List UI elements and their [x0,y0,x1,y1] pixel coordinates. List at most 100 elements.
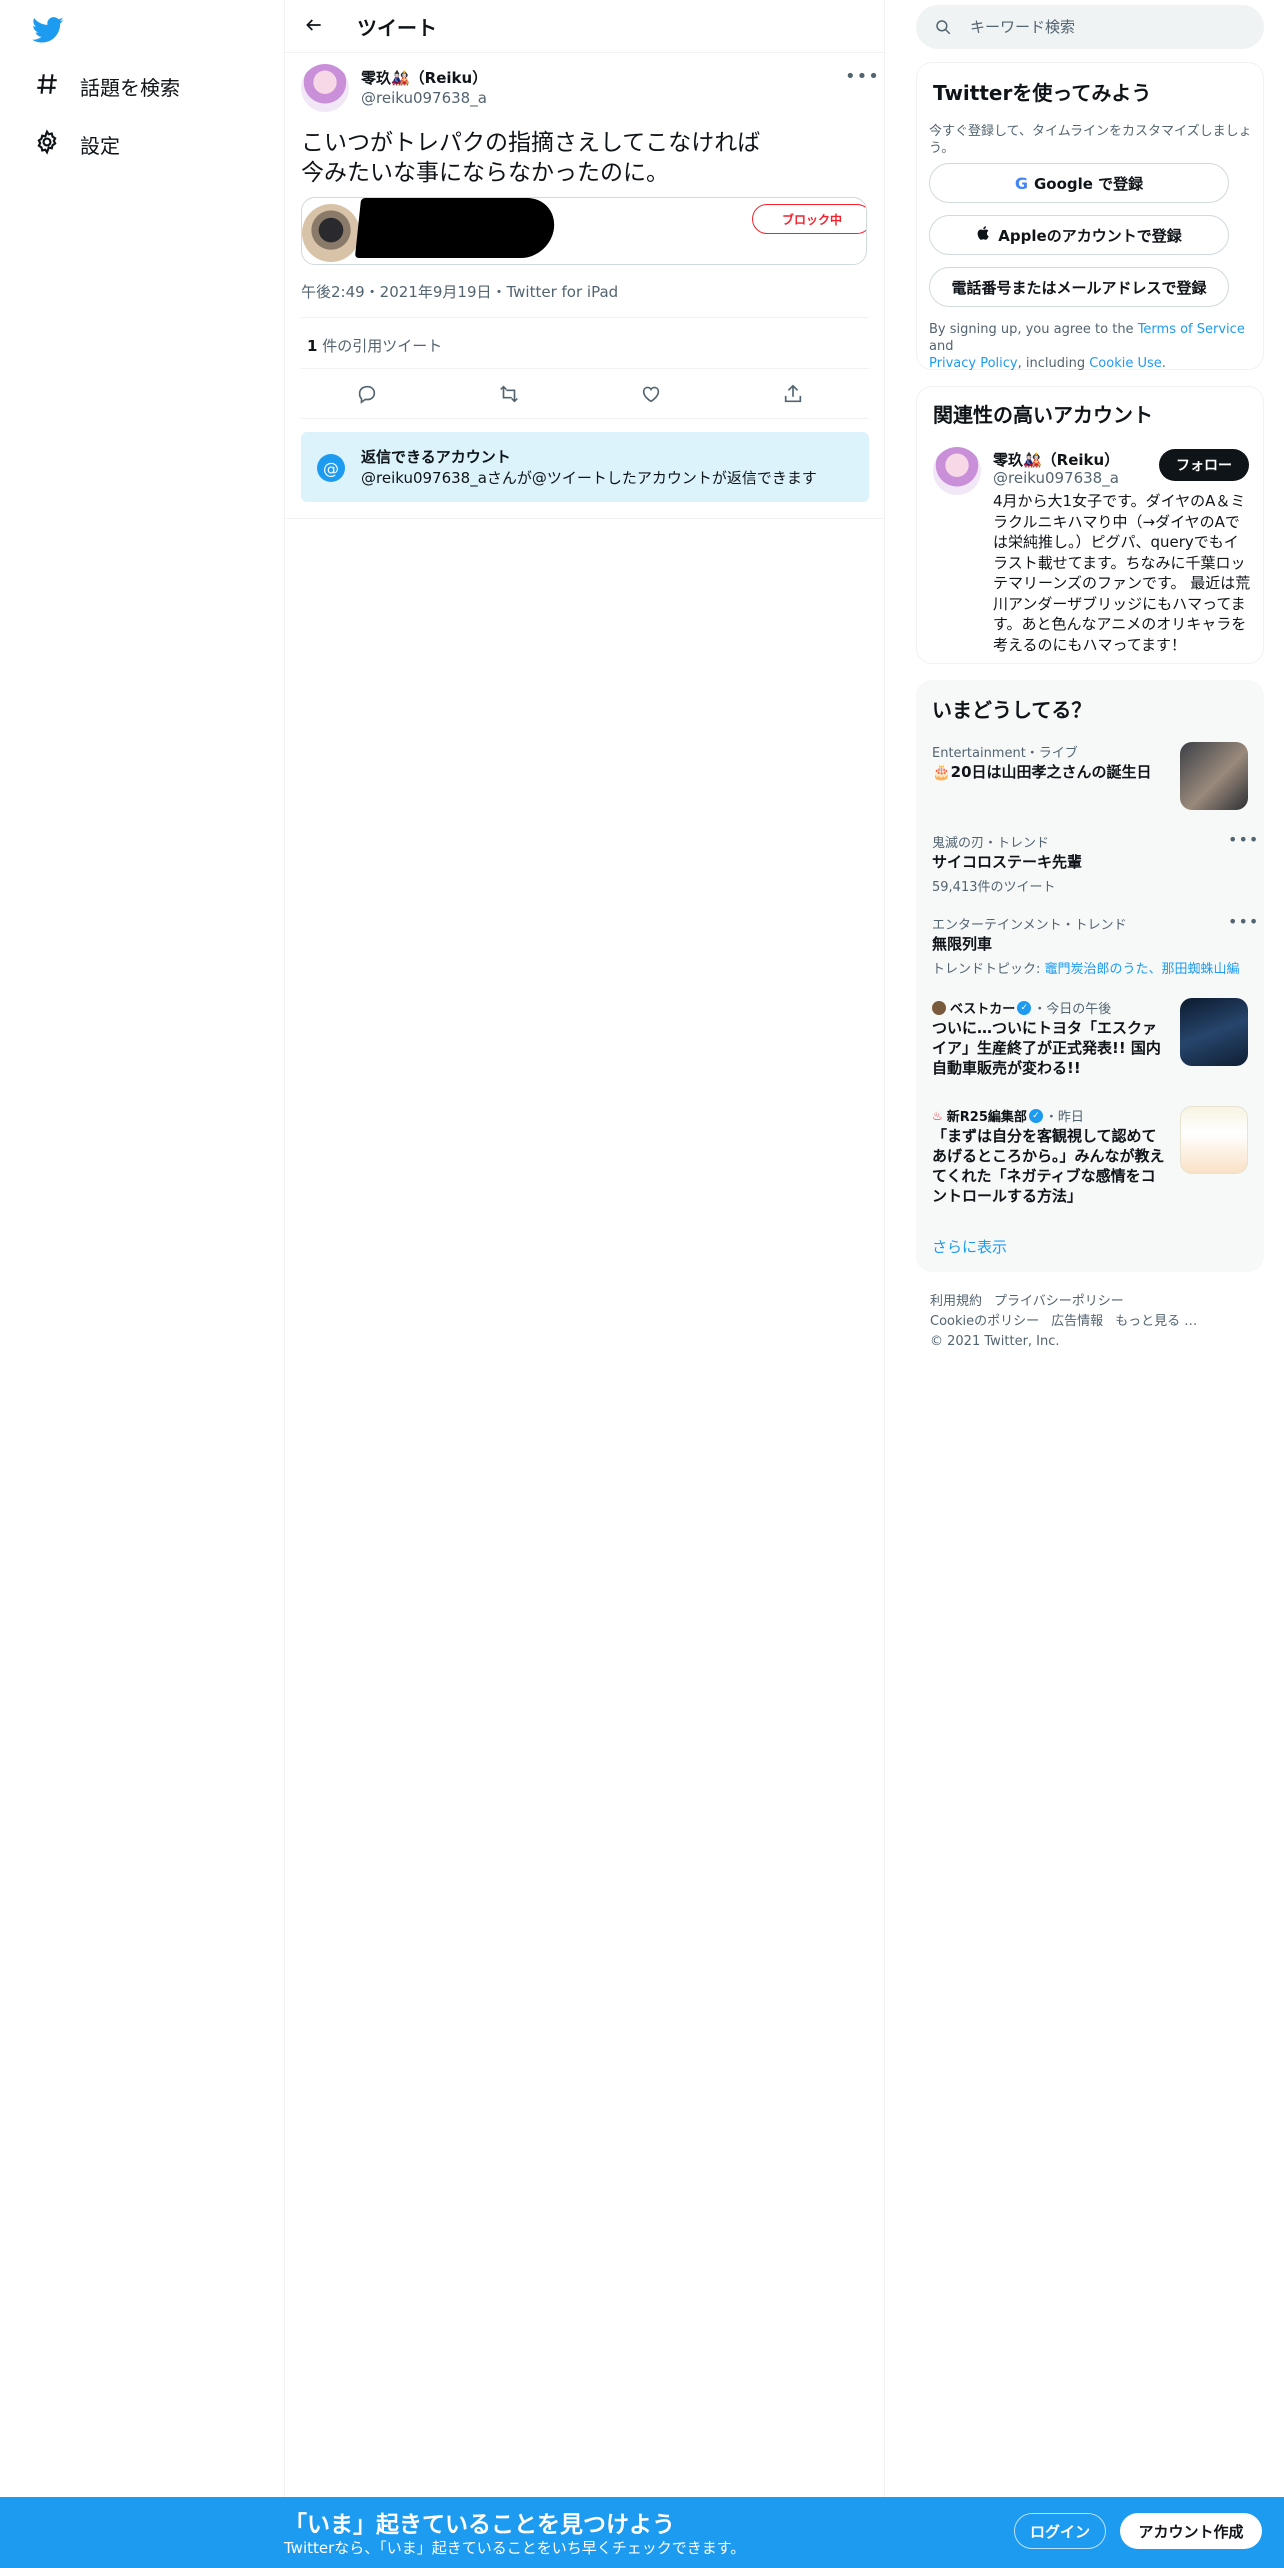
retweet-icon[interactable] [497,382,521,406]
tweet-actions [301,382,869,406]
trend-meta: エンターテインメント・トレンド [932,918,1127,933]
redaction-mark [354,198,558,258]
main-column: ツイート 零玖🎎（Reiku） @reiku097638_a ••• こいつがト… [285,0,885,2568]
tweet-timestamp[interactable]: 午後2:49・2021年9月19日・Twitter for iPad [301,281,618,302]
footer-links: 利用規約 プライバシーポリシー Cookieのポリシー 広告情報 もっと見る … © … [930,1292,1260,1352]
quoted-user-avatar[interactable] [302,204,360,262]
trend-title: サイコロステーキ先輩 [932,853,1083,871]
tweet-text: こいつがトレパクの指摘さえしてこなければ 今みたいな事にならなかったのに。 [301,130,761,186]
signup-card-title: Twitterを使ってみよう [933,81,1152,105]
show-more-link[interactable]: さらに表示 [932,1236,1007,1257]
terms-text: . [1161,356,1166,371]
apple-signup-button[interactable]: Appleのアカウントで登録 [929,215,1229,255]
trends-title: いまどうしてる？ [932,698,1092,722]
quote-count-number: 1 [307,337,318,355]
related-accounts-title: 関連性の高いアカウント [933,403,1153,427]
news-thumbnail [1180,1106,1248,1174]
divider [285,518,885,519]
trend-meta: Entertainment・ライブ [932,746,1078,761]
apple-icon [976,225,992,245]
prompt-title: 「いま」起きていることを見つけよう [284,2512,675,2538]
google-signup-button[interactable]: G Google で登録 [929,163,1229,203]
signup-button[interactable]: アカウント作成 [1120,2513,1262,2549]
share-icon[interactable] [781,382,805,406]
like-icon[interactable] [639,382,663,406]
cookie-use-link[interactable]: Cookie Use [1089,356,1162,371]
nav-explore[interactable]: 話題を検索 [34,66,180,106]
trend-more-icon[interactable]: ••• [1228,912,1259,931]
verified-badge-icon: ✓ [1028,1108,1043,1123]
nav-explore-label: 話題を検索 [80,75,180,100]
related-user-name[interactable]: 零玖🎎（Reiku） [993,449,1119,470]
footer-more-link[interactable]: もっと見る … [1115,1314,1197,1329]
twitter-logo-icon[interactable] [32,14,64,46]
trend-related-topics: トレンドトピック: 竈門炭治郎のうた、那田蜘蛛山編 [932,958,1240,977]
follow-button[interactable]: フォロー [1159,449,1249,481]
phone-email-signup-label: 電話番号またはメールアドレスで登録 [951,278,1207,297]
prompt-subtitle: Twitterなら、「いま」起きていることをいち早くチェックできます。 [284,2539,746,2557]
news-time: ・今日の午後 [1033,1002,1112,1017]
blocked-button[interactable]: ブロック中 [752,204,866,234]
divider [301,368,869,369]
trend-meta: 鬼滅の刃・トレンド [932,836,1050,851]
trends-card: いまどうしてる？ Entertainment・ライブ 🎂20日は山田孝之さんの誕… [916,680,1264,1272]
related-user-avatar[interactable] [933,447,981,495]
trend-more-icon[interactable]: ••• [1228,830,1259,849]
hashtag-icon [34,71,60,101]
more-options-icon[interactable]: ••• [845,66,880,87]
trend-tweet-count: 59,413件のツイート [932,880,1056,895]
signup-description: 今すぐ登録して、タイムラインをカスタマイズしましょう。 [929,124,1252,156]
privacy-policy-link[interactable]: Privacy Policy [929,356,1018,371]
back-button[interactable] [299,12,329,42]
footer-cookie-link[interactable]: Cookieのポリシー [930,1314,1039,1329]
terms-text: , including [1017,356,1090,371]
search-input[interactable] [970,5,1250,49]
mention-icon: @ [317,454,345,482]
login-button[interactable]: ログイン [1014,2513,1106,2549]
news-meta: ♨ 新R25編集部 ✓ ・昨日 [932,1106,1084,1125]
footer-terms-link[interactable]: 利用規約 [930,1294,982,1309]
news-thumbnail [1180,998,1248,1066]
search-box[interactable] [916,5,1264,49]
news-time: ・昨日 [1044,1110,1084,1125]
signup-terms: By signing up, you agree to the Terms of… [929,321,1259,372]
trend-thumbnail [1180,742,1248,810]
news-source: ベストカー [950,1002,1016,1017]
related-accounts-card: 関連性の高いアカウント 零玖🎎（Reiku） @reiku097638_a フォ… [916,386,1264,664]
terms-text: and [929,339,954,354]
google-icon: G [1014,173,1028,193]
reply-restriction-subtitle: @reiku097638_aさんが@ツイートしたアカウントが返信できます [361,469,817,487]
terms-text: By signing up, you agree to the [929,322,1138,337]
source-avatar-icon [932,1000,946,1015]
news-title: 「まずは自分を客観視して認めてあげるところから。」みんなが教えてくれた「ネガティ… [932,1127,1165,1205]
news-title: ついに…ついにトヨタ「エスクァイア」生産終了が正式発表!! 国内自動車販売が変わ… [932,1019,1161,1077]
tweet-author-name[interactable]: 零玖🎎（Reiku） [361,67,487,88]
reply-restriction-notice: @ 返信できるアカウント @reiku097638_aさんが@ツイートしたアカウ… [301,432,869,502]
nav-settings-label: 設定 [80,133,120,158]
trend-title: 無限列車 [932,935,993,953]
tweet-author-avatar[interactable] [301,64,349,112]
phone-email-signup-button[interactable]: 電話番号またはメールアドレスで登録 [929,267,1229,307]
news-meta: ベストカー ✓ ・今日の午後 [932,998,1111,1017]
footer-privacy-link[interactable]: プライバシーポリシー [994,1294,1124,1309]
left-nav: 話題を検索 設定 [0,0,285,2568]
divider [301,317,869,318]
signup-card: Twitterを使ってみよう 今すぐ登録して、タイムラインをカスタマイズしましょ… [916,62,1264,372]
gear-icon [34,129,60,159]
terms-of-service-link[interactable]: Terms of Service [1138,322,1245,337]
trend-topics-links[interactable]: 竈門炭治郎のうた、那田蜘蛛山編 [1045,962,1240,977]
page-title: ツイート [357,16,437,40]
signup-prompt-bar: 「いま」起きていることを見つけよう Twitterなら、「いま」起きていることを… [0,2497,1284,2568]
reply-restriction-title: 返信できるアカウント [361,448,511,466]
divider [301,418,869,419]
related-user-bio: 4月から大1女子です。ダイヤのA＆ミラクルニキハマり中（→ダイヤのAでは栄純推し… [993,492,1251,654]
nav-settings[interactable]: 設定 [34,124,120,164]
tweet-author-handle[interactable]: @reiku097638_a [361,89,487,107]
reply-icon[interactable] [355,382,379,406]
related-user-handle[interactable]: @reiku097638_a [993,469,1119,487]
quoted-tweet-card[interactable]: ブロック中 [301,197,867,265]
verified-badge-icon: ✓ [1017,1000,1032,1015]
footer-ads-link[interactable]: 広告情報 [1051,1314,1103,1329]
quote-tweets-link[interactable]: 1 件の引用ツイート [307,335,442,356]
news-source: 新R25編集部 [946,1110,1027,1125]
